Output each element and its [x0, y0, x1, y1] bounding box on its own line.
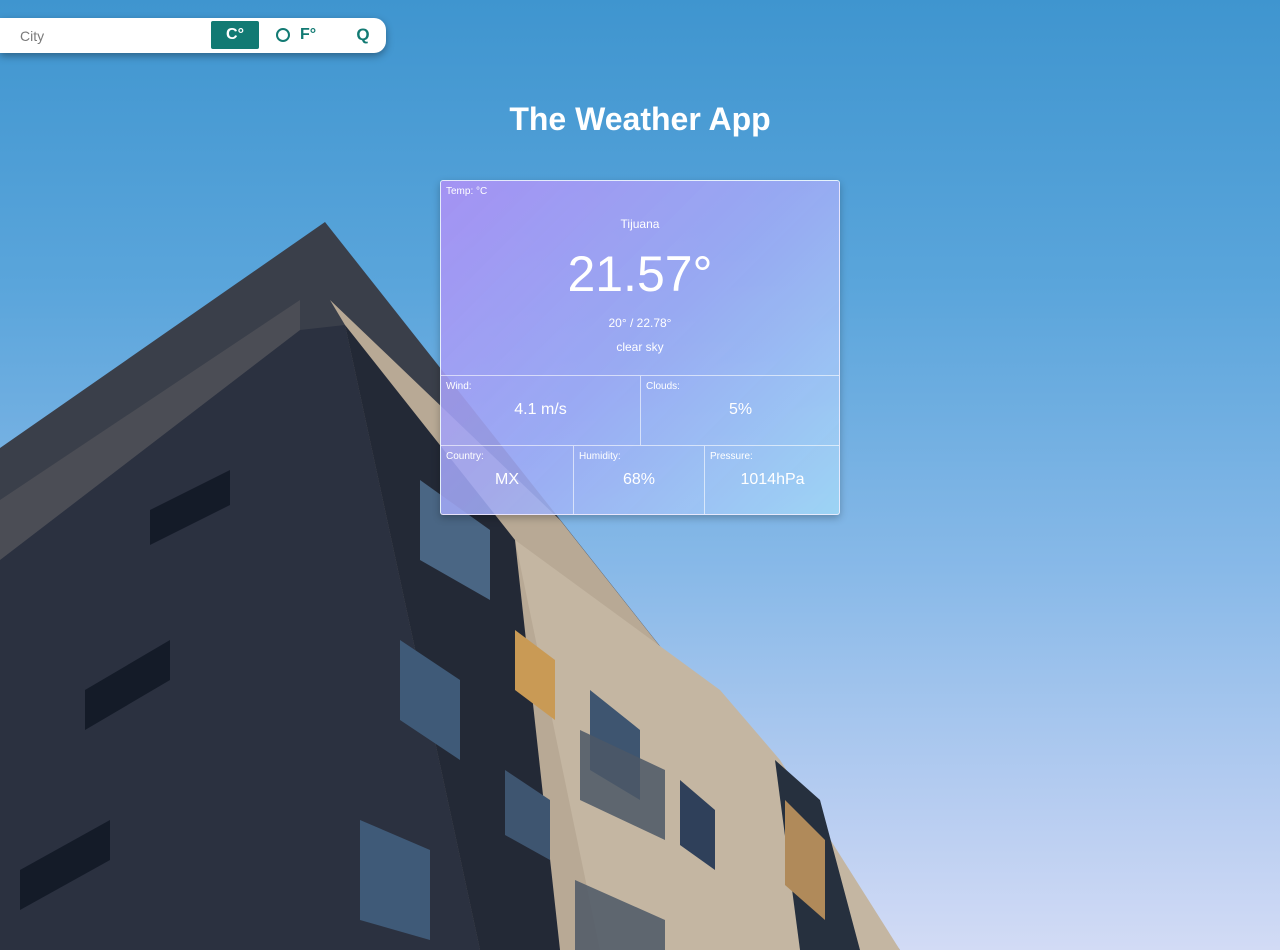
humidity-value: 68% [622, 471, 656, 488]
page-title: The Weather App [509, 101, 771, 137]
clouds-value: 5% [728, 401, 753, 418]
humidity-label: Humidity: [579, 451, 621, 462]
fahrenheit-toggle[interactable]: F° [276, 21, 316, 49]
pressure-cell: Pressure: 1014hPa [704, 445, 839, 514]
wind-label: Wind: [446, 381, 472, 392]
search-button[interactable]: Q [346, 21, 380, 49]
weather-card: Temp: °C Tijuana 21.57° 20° / 22.78° cle… [440, 180, 840, 515]
city-search-input[interactable] [12, 23, 197, 48]
humidity-cell: Humidity: 68% [573, 445, 704, 514]
weather-description: clear sky [616, 340, 664, 354]
celsius-toggle-button[interactable]: C° [211, 21, 259, 49]
clouds-label: Clouds: [646, 381, 680, 392]
country-value: MX [495, 471, 519, 488]
temp-unit-label: Temp: °C [446, 186, 488, 197]
clouds-cell: Clouds: 5% [640, 375, 839, 445]
wind-value: 4.1 m/s [514, 401, 567, 418]
radio-circle-icon [276, 28, 290, 42]
pressure-label: Pressure: [710, 451, 753, 462]
current-temperature: 21.57° [567, 246, 713, 302]
country-label: Country: [446, 451, 484, 462]
wind-cell: Wind: 4.1 m/s [441, 375, 640, 445]
search-bar: C° F° Q [0, 18, 386, 53]
city-name: Tijuana [620, 217, 660, 231]
pressure-value: 1014hPa [740, 471, 805, 488]
weather-summary: Temp: °C Tijuana 21.57° 20° / 22.78° cle… [441, 181, 839, 375]
temperature-range: 20° / 22.78° [608, 316, 672, 330]
fahrenheit-label: F° [300, 26, 317, 43]
country-cell: Country: MX [441, 445, 573, 514]
